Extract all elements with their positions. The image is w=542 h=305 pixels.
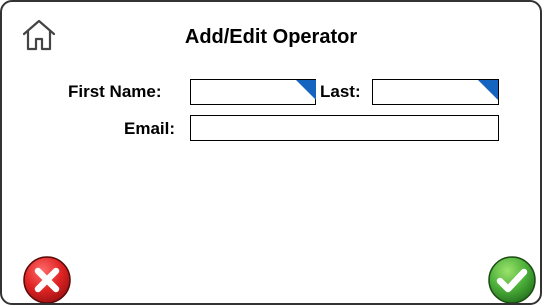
page-title: Add/Edit Operator xyxy=(184,26,358,48)
cancel-button[interactable] xyxy=(22,255,72,303)
last-name-label: Last: xyxy=(320,82,361,101)
email-field[interactable] xyxy=(190,115,499,141)
confirm-button[interactable] xyxy=(487,255,537,303)
operator-form-screen: Add/Edit Operator First Name: Last: Emai… xyxy=(0,0,542,305)
cancel-x-icon xyxy=(23,256,71,303)
confirm-check-icon xyxy=(488,256,536,303)
first-name-field[interactable] xyxy=(190,79,316,105)
first-name-label: First Name: xyxy=(68,82,162,101)
last-name-field[interactable] xyxy=(372,79,499,105)
email-label: Email: xyxy=(124,119,176,138)
